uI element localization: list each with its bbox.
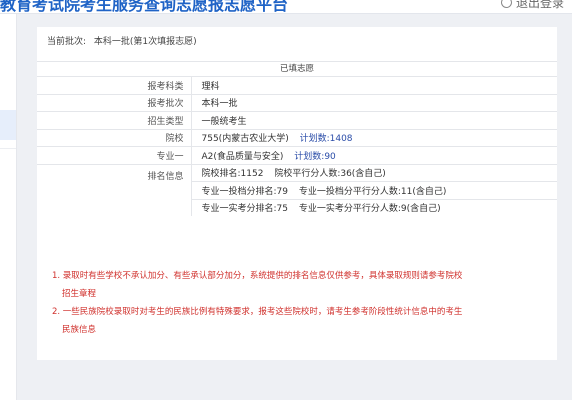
table-row: 报考科类 理科	[37, 76, 557, 94]
note-text: 2. 一些民族院校录取时对考生的民族比例有特殊要求，报考这些院校时，请考生参考阶…	[52, 307, 463, 317]
current-batch: 当前批次: 本科一批(第1次填报志愿)	[47, 34, 197, 47]
rank-line-1: 院校排名:1152 院校平行分人数:36(含自己)	[191, 163, 557, 182]
note-text-continued: 民族信息	[62, 325, 97, 335]
batch-value: 本科一批	[191, 93, 557, 112]
school-parallel-count: 院校平行分人数:36(含自己)	[274, 169, 386, 180]
sidebar	[0, 14, 17, 400]
major-actual-parallel-count: 专业一实考分平行分人数:9(含自己)	[298, 204, 441, 215]
note-item: 2. 一些民族院校录取时对考生的民族比例有特殊要求，报考这些院校时，请考生参考阶…	[52, 303, 552, 339]
school-cell: 755(内蒙古农业大学) 计划数:1408	[191, 128, 557, 147]
major-submit-parallel-count: 专业一投档分平行分人数:11(含自己)	[298, 186, 447, 197]
school-rank: 院校排名:1152	[201, 169, 264, 180]
subject-label: 报考科类	[37, 76, 192, 94]
current-batch-value: 本科一批(第1次填报志愿)	[93, 37, 197, 47]
current-batch-label: 当前批次:	[47, 37, 87, 47]
sidebar-item-active[interactable]	[0, 110, 16, 140]
major-cell: A2(食品质量与安全) 计划数:90	[191, 146, 557, 164]
major-label: 专业一	[37, 146, 192, 164]
notes: 1. 录取时有些学校不承认加分、有些承认部分加分，系统提供的排名信息仅供参考，具…	[52, 267, 552, 339]
table-row: 排名信息 院校排名:1152 院校平行分人数:36(含自己)	[37, 163, 557, 216]
note-text-continued: 招生章程	[62, 289, 97, 299]
table-row: 报考批次 本科一批	[37, 93, 557, 112]
batch-label: 报考批次	[37, 93, 192, 112]
sidebar-item[interactable]	[0, 148, 16, 171]
rank-label: 排名信息	[37, 163, 192, 216]
school-plan: 计划数:1408	[299, 134, 353, 145]
section-header: 已填志愿	[37, 61, 557, 76]
table-row: 招生类型 一般统考生	[37, 111, 557, 129]
user-menu-label: 退出登录	[515, 0, 564, 10]
school-label: 院校	[37, 128, 192, 147]
major-actual-rank: 专业一实考分排名:75	[201, 204, 289, 215]
volunteer-table: 报考科类 理科 报考批次 本科一批 招生类型 一般统考生 院校 755(内蒙古农…	[37, 76, 557, 216]
subject-value: 理科	[191, 76, 557, 94]
user-menu[interactable]: 退出登录	[500, 0, 564, 11]
major-plan: 计划数:90	[294, 151, 336, 162]
major-submit-rank: 专业一投档分排名:79	[201, 186, 289, 197]
type-label: 招生类型	[37, 111, 192, 129]
site-title: 教育考试院考生服务查询志愿报志愿平台	[0, 0, 289, 14]
major-value: A2(食品质量与安全)	[201, 151, 284, 162]
type-value: 一般统考生	[191, 111, 557, 129]
rank-line-3: 专业一实考分排名:75 专业一实考分平行分人数:9(含自己)	[191, 198, 557, 216]
table-row: 院校 755(内蒙古农业大学) 计划数:1408	[37, 128, 557, 147]
volunteer-card: 当前批次: 本科一批(第1次填报志愿) 已填志愿 报考科类 理科 报考批次 本科…	[37, 27, 557, 360]
table-row: 专业一 A2(食品质量与安全) 计划数:90	[37, 146, 557, 164]
note-text: 1. 录取时有些学校不承认加分、有些承认部分加分，系统提供的排名信息仅供参考，具…	[52, 271, 463, 281]
user-icon	[500, 0, 512, 8]
note-item: 1. 录取时有些学校不承认加分、有些承认部分加分，系统提供的排名信息仅供参考，具…	[52, 267, 552, 303]
top-bar: 教育考试院考生服务查询志愿报志愿平台 退出登录	[0, 0, 572, 14]
school-value: 755(内蒙古农业大学)	[201, 134, 289, 145]
rank-line-2: 专业一投档分排名:79 专业一投档分平行分人数:11(含自己)	[191, 181, 557, 199]
